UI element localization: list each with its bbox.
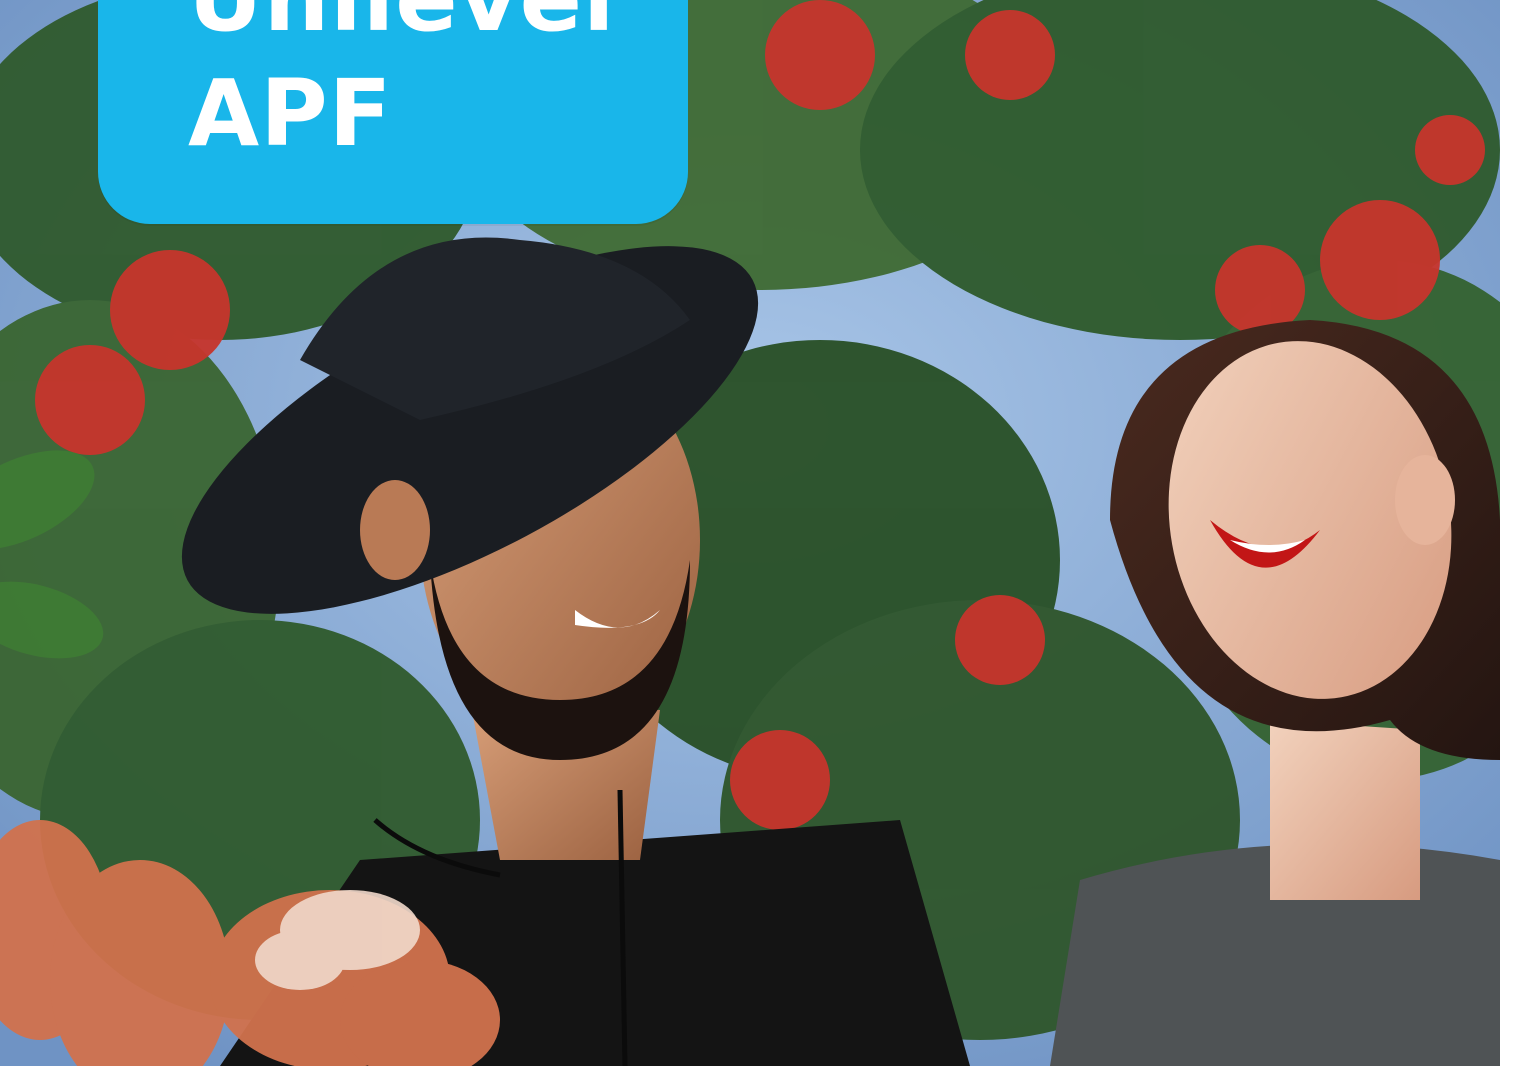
brand-title-line-2: APF — [188, 60, 393, 167]
brand-title-line-1: Unilevel — [188, 0, 616, 45]
right-border — [1500, 0, 1513, 1073]
bottom-border — [0, 1066, 1513, 1073]
